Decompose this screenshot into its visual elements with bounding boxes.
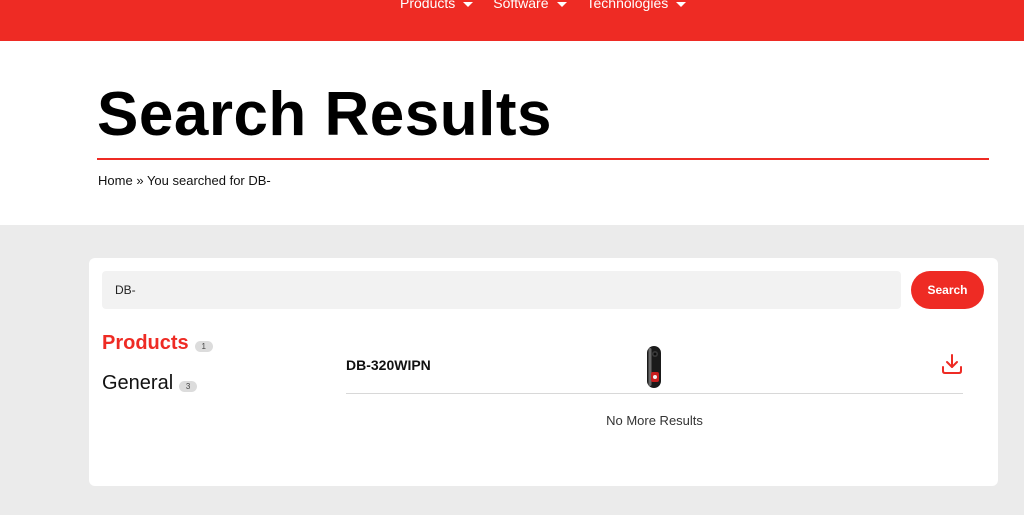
caret-down-icon [556,1,567,7]
result-row: DB-320WIPN [346,344,963,394]
caret-down-icon [463,1,474,7]
nav-item-label: Software [493,0,549,11]
facet-general[interactable]: General 3 [102,372,198,395]
facet-count-badge: 1 [194,341,213,352]
facet-label: Products [102,332,189,354]
download-icon[interactable] [940,352,964,376]
title-divider [97,158,989,160]
facet-products[interactable]: Products 1 [102,332,213,355]
result-product-name[interactable]: DB-320WIPN [346,357,431,373]
caret-down-icon [676,1,687,7]
breadcrumb-current: You searched for DB- [146,173,271,188]
breadcrumb-separator: » [136,173,144,188]
search-results-card: Search Products 1 General 3 DB-320WIPN N… [89,258,998,486]
video-doorbell-image[interactable] [646,346,662,388]
no-more-results-text: No More Results [606,413,703,428]
search-input[interactable] [102,271,901,309]
nav-item-products[interactable]: Products [400,0,474,11]
top-navigation-bar: Products Software Technologies [0,0,1024,41]
nav-item-software[interactable]: Software [493,0,567,11]
breadcrumb-home-link[interactable]: Home [98,173,133,188]
breadcrumb: Home » You searched for DB- [98,173,271,188]
nav-item-technologies[interactable]: Technologies [587,0,687,11]
facet-count-badge: 3 [179,381,198,392]
main-menu: Products Software Technologies [400,0,687,11]
page-title: Search Results [97,80,552,149]
facet-label: General [102,372,174,394]
search-button[interactable]: Search [911,271,984,309]
nav-item-label: Products [400,0,456,11]
nav-item-label: Technologies [586,0,669,11]
